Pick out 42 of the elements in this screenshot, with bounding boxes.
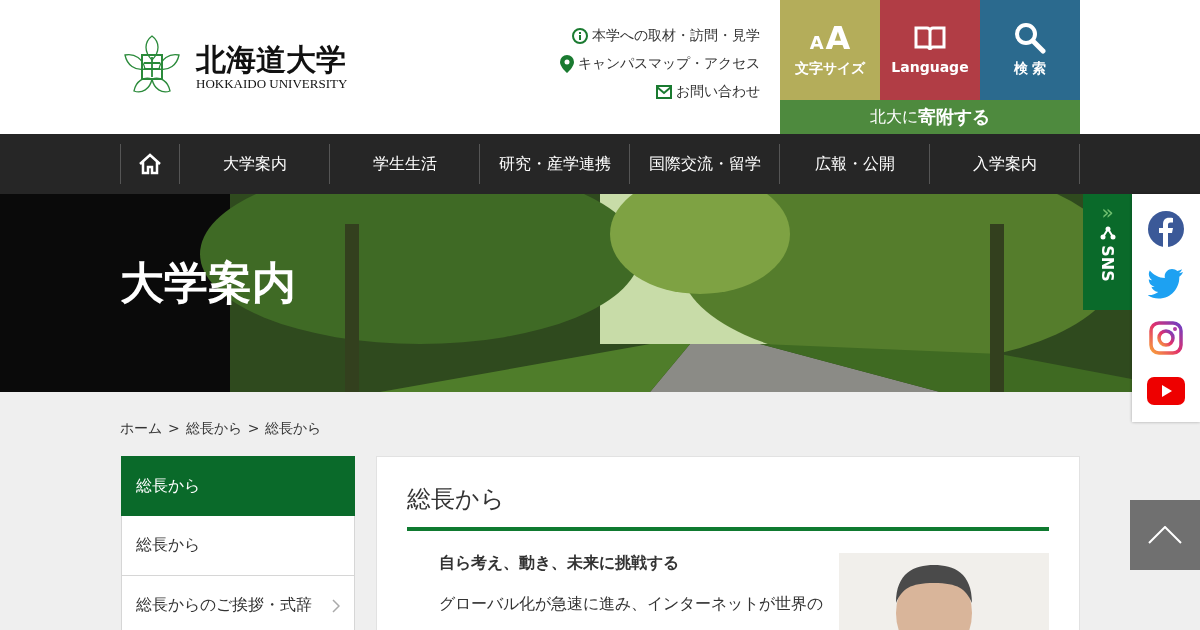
home-button[interactable] [120, 144, 180, 184]
facebook-icon[interactable] [1148, 211, 1184, 247]
page-title: 大学案内 [120, 256, 296, 310]
nav-item[interactable]: 学生生活 [330, 144, 480, 184]
mail-icon [656, 85, 672, 99]
breadcrumb-link[interactable]: ホーム [120, 420, 162, 438]
sidebar-item[interactable]: 総長からのご挨拶・式辞 [121, 576, 355, 630]
sidebar-item[interactable]: 総長から [121, 516, 355, 576]
university-subtitle: HOKKAIDO UNIVERSITY [196, 75, 348, 92]
breadcrumb-separator: > [168, 420, 180, 438]
home-icon [138, 153, 162, 175]
utility-link[interactable]: キャンパスマップ・アクセス [560, 55, 760, 73]
breadcrumb-link[interactable]: 総長から [265, 420, 322, 438]
article-paragraph: グローバル化が急速に進み、インターネットが世界の [439, 594, 823, 615]
chevron-up-icon [1148, 526, 1182, 544]
map-pin-icon [560, 55, 574, 73]
breadcrumb-link[interactable]: 総長から [185, 420, 242, 438]
share-icon [1099, 226, 1116, 240]
info-icon [572, 28, 588, 44]
camera-icon[interactable] [1149, 321, 1183, 355]
utility-link[interactable]: お問い合わせ [656, 83, 760, 101]
nav-item[interactable]: 広報・公開 [780, 144, 930, 184]
donate-banner[interactable]: 北大に寄附する [780, 100, 1080, 134]
nav-item[interactable]: 研究・産学連携 [480, 144, 630, 184]
language-button[interactable]: Language [880, 0, 980, 100]
breadcrumb-separator: > [247, 420, 260, 438]
utility-link[interactable]: 本学への取材・訪問・見学 [572, 27, 760, 45]
article-heading: 自ら考え、動き、未来に挑戦する [439, 553, 680, 574]
book-icon [914, 25, 946, 53]
search-button[interactable]: 検 索 [980, 0, 1080, 100]
play-icon[interactable] [1147, 377, 1185, 405]
text-size-icon: AA [809, 22, 851, 54]
sns-tab[interactable]: » SNS [1083, 194, 1132, 310]
chevron-right-icon [332, 598, 340, 613]
search-icon [1014, 22, 1046, 54]
article-title: 総長から [407, 483, 1049, 531]
nav-item[interactable]: 国際交流・留学 [630, 144, 780, 184]
university-name: 北海道大学 [196, 42, 347, 76]
sidebar-item[interactable]: 総長から [121, 456, 355, 516]
bird-icon[interactable] [1148, 269, 1184, 299]
nav-item[interactable]: 入学案内 [930, 144, 1080, 184]
nav-item[interactable]: 大学案内 [180, 144, 330, 184]
